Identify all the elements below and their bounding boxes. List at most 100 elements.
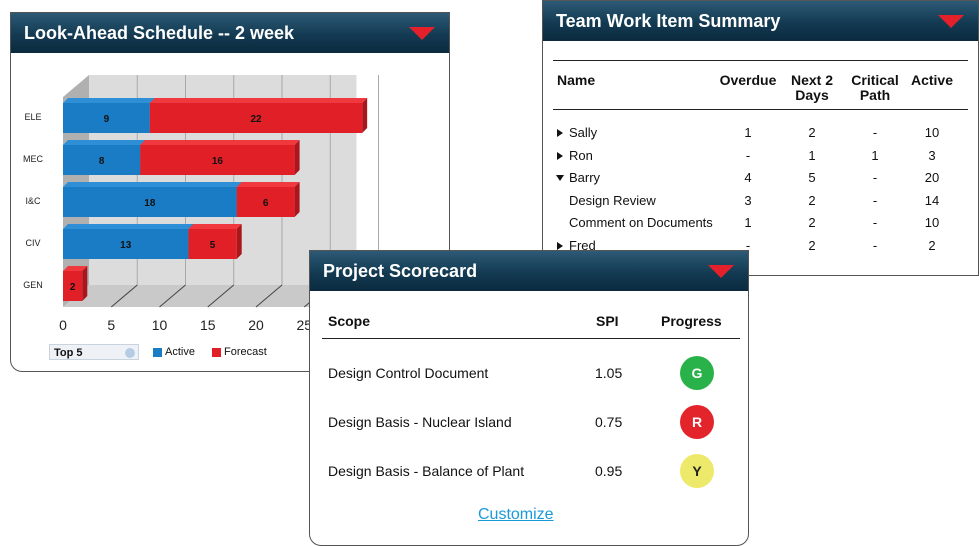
scope-name: Design Control Document bbox=[328, 365, 489, 381]
col-next-header-line1: Next 2 bbox=[790, 72, 834, 88]
legend-active-swatch bbox=[153, 348, 162, 357]
expand-arrow-icon[interactable] bbox=[557, 241, 563, 250]
category-label: I&C bbox=[25, 196, 41, 206]
active-value: 14 bbox=[924, 192, 940, 208]
critical-path-value: 1 bbox=[871, 147, 879, 163]
scope-name: Design Basis - Nuclear Island bbox=[328, 414, 512, 430]
critical-path-value: - bbox=[872, 237, 878, 253]
bar-top bbox=[188, 224, 242, 229]
team-row[interactable]: Ron - 1 1 3 bbox=[543, 147, 978, 166]
scorecard-row: Design Basis - Balance of Plant 0.95 Y bbox=[310, 454, 748, 490]
critical-path-value: - bbox=[872, 215, 878, 230]
col-progress-header: Progress bbox=[661, 313, 722, 329]
chevron-down-icon bbox=[125, 348, 135, 358]
scorecard-panel: Project Scorecard Scope SPI Progress Des… bbox=[309, 250, 749, 546]
bar-top bbox=[63, 140, 146, 145]
bar-side bbox=[236, 224, 242, 259]
bar-top bbox=[63, 224, 194, 229]
critical-path-value: - bbox=[872, 170, 878, 185]
team-summary-panel: Team Work Item Summary Name Overdue Next… bbox=[542, 0, 979, 276]
team-row[interactable]: Barry 4 5 - 20 bbox=[543, 170, 978, 188]
overdue-value: - bbox=[745, 147, 751, 163]
next-days-value: 2 bbox=[808, 237, 816, 253]
spi-value: 0.95 bbox=[595, 463, 623, 479]
col-critical-header-line2: Path bbox=[859, 87, 891, 103]
bar-side bbox=[294, 182, 300, 217]
category-label: GEN bbox=[23, 280, 43, 290]
team-row: Comment on Documents 1 2 - 10 bbox=[543, 215, 978, 233]
bar-top bbox=[236, 182, 300, 187]
next-days-value: 2 bbox=[808, 125, 816, 140]
customize-link[interactable]: Customize bbox=[478, 506, 554, 524]
scope-name: Design Basis - Balance of Plant bbox=[328, 463, 525, 479]
x-tick-label: 5 bbox=[107, 317, 115, 333]
bar-top bbox=[140, 140, 300, 145]
header-bottom-rule bbox=[553, 109, 968, 110]
category-label: MEC bbox=[23, 154, 44, 164]
bar-value-label: 5 bbox=[210, 240, 216, 251]
bar-side bbox=[294, 140, 300, 175]
bar-value-label: 22 bbox=[250, 114, 262, 125]
next-days-value: 1 bbox=[808, 147, 816, 163]
scorecard-header: Project Scorecard bbox=[310, 251, 748, 291]
next-days-value: 2 bbox=[808, 192, 816, 208]
member-name: Barry bbox=[569, 170, 601, 185]
bar-top bbox=[63, 98, 155, 103]
overdue-value: 1 bbox=[744, 215, 752, 230]
bar-value-label: 16 bbox=[212, 156, 224, 167]
overdue-value: 1 bbox=[744, 125, 752, 140]
scorecard-row: Design Control Document 1.05 G bbox=[310, 356, 748, 392]
expand-arrow-icon[interactable] bbox=[557, 129, 563, 137]
spi-value: 1.05 bbox=[595, 365, 623, 381]
bar-value-label: 8 bbox=[99, 156, 105, 167]
x-tick-label: 15 bbox=[200, 317, 216, 333]
col-name-header: Name bbox=[557, 72, 596, 88]
bar-value-label: 2 bbox=[70, 282, 76, 293]
col-scope-header: Scope bbox=[328, 313, 371, 329]
team-summary-menu-icon[interactable] bbox=[938, 15, 964, 28]
collapse-arrow-icon[interactable] bbox=[556, 175, 564, 181]
scorecard-menu-icon[interactable] bbox=[708, 265, 734, 278]
category-label: CIV bbox=[25, 238, 40, 248]
bar-side bbox=[362, 98, 368, 133]
col-active-header: Active bbox=[910, 72, 954, 88]
legend-forecast-swatch bbox=[212, 348, 221, 357]
scorecard-row: Design Basis - Nuclear Island 0.75 R bbox=[310, 405, 748, 441]
legend-active-label: Active bbox=[165, 346, 195, 358]
scorecard-header-rule bbox=[322, 338, 740, 339]
active-value: 10 bbox=[924, 125, 940, 140]
overdue-value: 4 bbox=[744, 170, 752, 185]
active-value: 3 bbox=[928, 147, 936, 163]
col-spi-header: SPI bbox=[596, 313, 619, 329]
col-overdue-header: Overdue bbox=[719, 72, 777, 88]
team-row[interactable]: Sally 1 2 - 10 bbox=[543, 125, 978, 143]
active-value: 10 bbox=[924, 215, 940, 230]
next-days-value: 2 bbox=[808, 215, 816, 230]
team-row: Design Review 3 2 - 14 bbox=[543, 192, 978, 211]
x-tick-label: 20 bbox=[248, 317, 264, 333]
active-value: 20 bbox=[924, 170, 940, 185]
top-select-value: Top 5 bbox=[54, 347, 83, 359]
category-label: ELE bbox=[24, 112, 41, 122]
bar-side bbox=[82, 266, 88, 301]
member-name: Design Review bbox=[569, 192, 656, 208]
progress-badge: R bbox=[680, 405, 714, 439]
expand-arrow-icon[interactable] bbox=[557, 151, 563, 160]
bar-value-label: 13 bbox=[120, 240, 132, 251]
critical-path-value: - bbox=[872, 192, 878, 208]
col-critical-header-line1: Critical bbox=[851, 72, 899, 88]
scorecard-title: Project Scorecard bbox=[323, 261, 478, 281]
spi-value: 0.75 bbox=[595, 414, 623, 430]
legend-forecast-label: Forecast bbox=[224, 346, 267, 358]
team-summary-header: Team Work Item Summary bbox=[543, 1, 978, 41]
bar-value-label: 6 bbox=[263, 198, 269, 209]
next-days-value: 5 bbox=[808, 170, 816, 185]
team-summary-title: Team Work Item Summary bbox=[556, 11, 781, 31]
col-next-header-line2: Days bbox=[795, 87, 829, 103]
member-name: Comment on Documents bbox=[569, 215, 713, 230]
top-select[interactable]: Top 5 bbox=[49, 344, 139, 360]
progress-badge: G bbox=[680, 356, 714, 390]
overdue-value: 3 bbox=[744, 192, 752, 208]
bar-top bbox=[149, 98, 368, 103]
progress-badge: Y bbox=[680, 454, 714, 488]
